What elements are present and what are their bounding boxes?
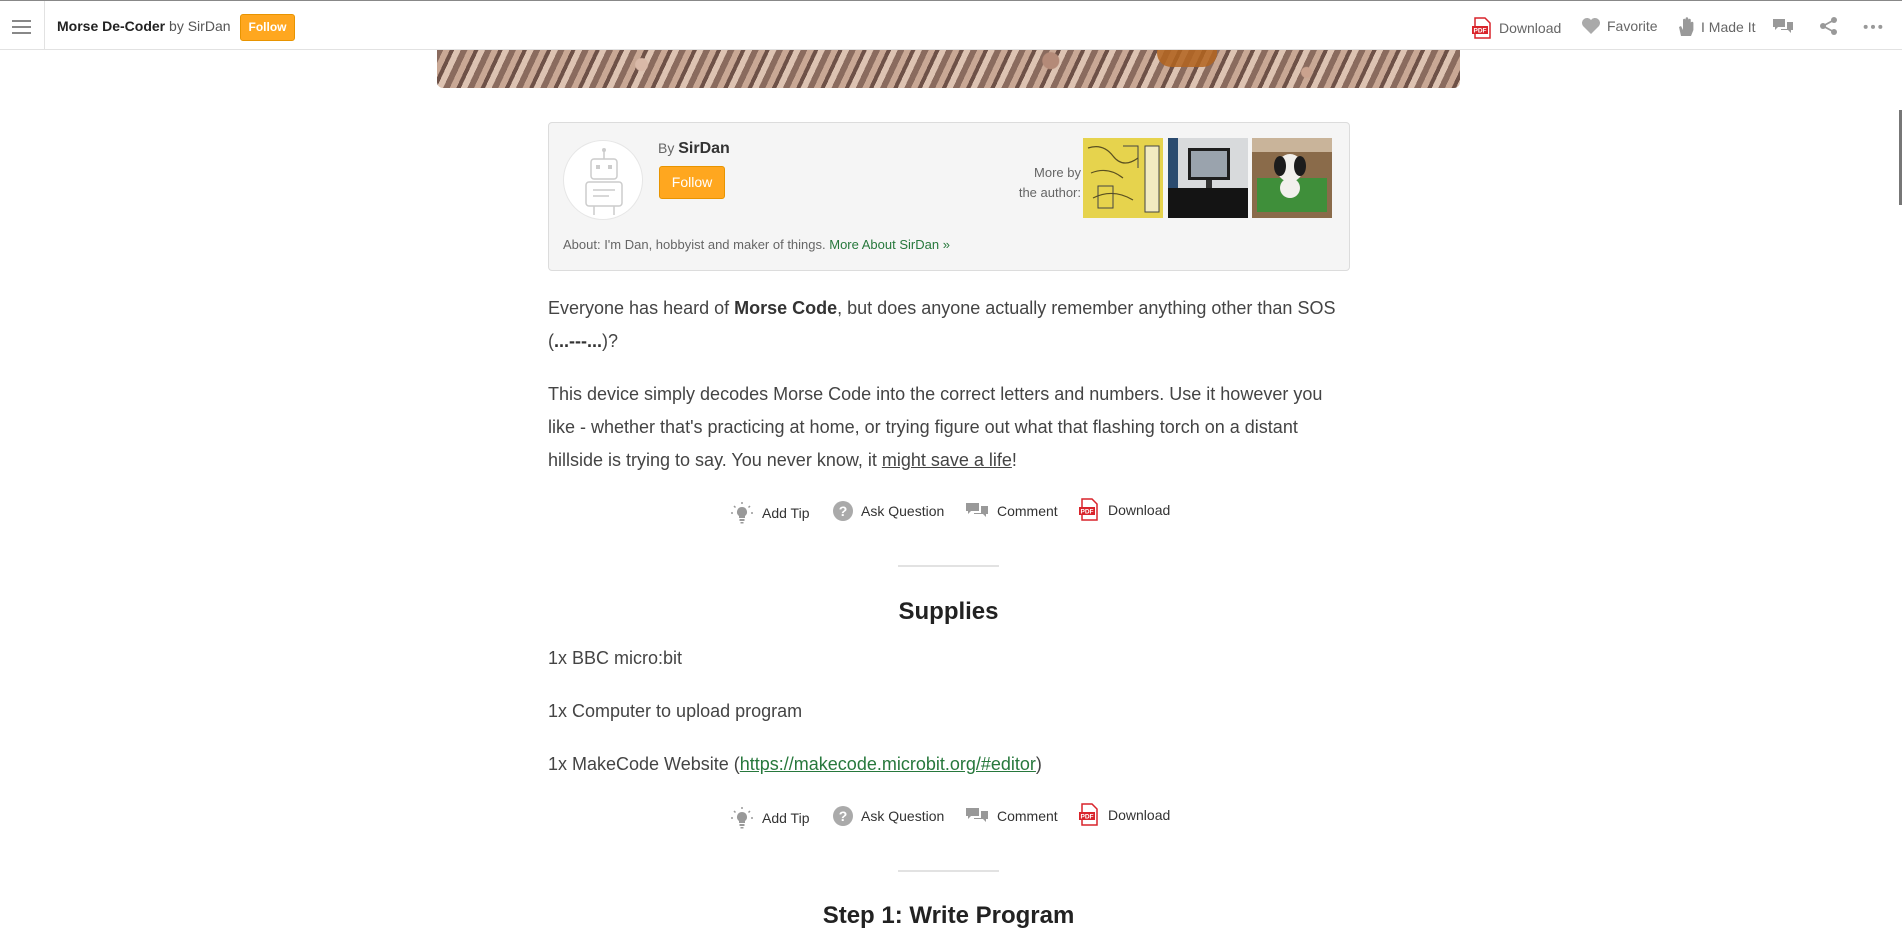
author-project-thumbnail[interactable] <box>1252 138 1332 218</box>
hand-icon <box>1679 17 1694 36</box>
more-by-line1: More by <box>1034 165 1081 180</box>
author-box: By SirDan Follow More by the author: Abo… <box>548 122 1350 271</box>
question-icon: ? <box>833 501 853 521</box>
ask-question-label: Ask Question <box>861 808 945 824</box>
svg-text:?: ? <box>839 503 848 519</box>
svg-text:PDF: PDF <box>1081 814 1094 821</box>
supplies-heading: Supplies <box>898 598 999 625</box>
device-description-paragraph: This device simply decodes Morse Code in… <box>548 384 1323 470</box>
comment-label: Comment <box>997 808 1058 824</box>
download-pdf-button[interactable]: PDF Download <box>1078 498 1170 522</box>
svg-text:PDF: PDF <box>1081 509 1094 516</box>
add-tip-label: Add Tip <box>762 810 810 826</box>
pdf-icon: PDF <box>1472 17 1491 39</box>
step-action-bar: Add Tip ? Ask Question Comment PDF Downl… <box>730 498 1190 529</box>
download-label: Download <box>1108 502 1171 518</box>
supply-item: 1x Computer to upload program <box>548 701 803 721</box>
author-name-link[interactable]: SirDan <box>678 140 730 157</box>
more-by-line2: the author: <box>1018 185 1081 200</box>
svg-text:?: ? <box>839 808 848 824</box>
step-action-bar: Add Tip ? Ask Question Comment PDF Downl… <box>730 803 1190 834</box>
by-label: by <box>169 18 184 34</box>
more-about-link[interactable]: More About SirDan » <box>829 237 950 252</box>
author-project-thumbnail[interactable] <box>1168 138 1248 218</box>
comment-icon <box>966 503 988 517</box>
favorite-label: Favorite <box>1607 18 1658 34</box>
author-follow-button[interactable]: Follow <box>659 166 725 199</box>
question-icon: ? <box>833 806 853 826</box>
download-pdf-button[interactable]: PDF Download <box>1078 803 1170 827</box>
robot-avatar-icon <box>585 148 623 215</box>
download-label: Download <box>1499 20 1562 36</box>
heart-icon <box>1582 18 1600 34</box>
more-by-author-label: More by the author: <box>989 163 1081 203</box>
ask-question-button[interactable]: ? Ask Question <box>833 806 944 826</box>
add-tip-label: Add Tip <box>762 505 810 521</box>
more-options-icon[interactable] <box>1862 16 1884 36</box>
section-divider <box>898 870 999 872</box>
author-link[interactable]: SirDan <box>188 18 231 34</box>
section-divider <box>898 565 999 567</box>
about-text: About: I'm Dan, hobbyist and maker of th… <box>563 237 826 252</box>
download-button[interactable]: PDF Download <box>1471 17 1561 39</box>
makecode-link[interactable]: https://makecode.microbit.org/#editor <box>740 754 1036 774</box>
share-icon[interactable] <box>1818 16 1840 36</box>
hero-image <box>437 49 1460 88</box>
author-project-thumbnail[interactable] <box>1083 138 1163 218</box>
ask-question-label: Ask Question <box>861 503 945 519</box>
svg-text:PDF: PDF <box>1474 28 1487 35</box>
i-made-it-button[interactable]: I Made It <box>1677 17 1755 37</box>
top-bar: Morse De-Coder by SirDan Follow PDF Down… <box>0 0 1902 50</box>
supply-item: 1x MakeCode Website (https://makecode.mi… <box>548 754 1042 774</box>
download-label: Download <box>1108 807 1171 823</box>
comment-icon <box>966 808 988 822</box>
author-avatar[interactable] <box>563 140 643 220</box>
lightbulb-icon <box>731 502 753 524</box>
ask-question-button[interactable]: ? Ask Question <box>833 501 944 521</box>
project-name: Morse De-Coder <box>57 18 166 34</box>
author-about: About: I'm Dan, hobbyist and maker of th… <box>563 237 950 252</box>
menu-icon[interactable] <box>0 1 45 50</box>
pdf-icon: PDF <box>1079 498 1098 521</box>
sos-code: ...---... <box>554 331 602 351</box>
intro-paragraph: Everyone has heard of Morse Code, but do… <box>548 298 1336 351</box>
follow-button[interactable]: Follow <box>240 14 295 41</box>
might-save-a-life-link[interactable]: might save a life <box>882 450 1012 470</box>
pdf-icon: PDF <box>1079 803 1098 826</box>
comment-button[interactable]: Comment <box>965 501 1058 521</box>
comment-button[interactable]: Comment <box>965 806 1058 826</box>
supply-item: 1x BBC micro:bit <box>548 648 683 668</box>
comments-icon[interactable] <box>1772 16 1794 36</box>
project-title: Morse De-Coder by SirDan <box>57 18 231 34</box>
lightbulb-icon <box>731 807 753 829</box>
morse-code-bold: Morse Code <box>734 298 838 318</box>
author-byline: By SirDan <box>658 140 730 158</box>
add-tip-button[interactable]: Add Tip <box>730 501 809 525</box>
favorite-button[interactable]: Favorite <box>1581 17 1658 35</box>
step-1-heading: Step 1: Write Program <box>822 902 1075 929</box>
comment-label: Comment <box>997 503 1058 519</box>
by-prefix: By <box>658 140 675 156</box>
i-made-it-label: I Made It <box>1701 19 1756 35</box>
add-tip-button[interactable]: Add Tip <box>730 806 809 830</box>
